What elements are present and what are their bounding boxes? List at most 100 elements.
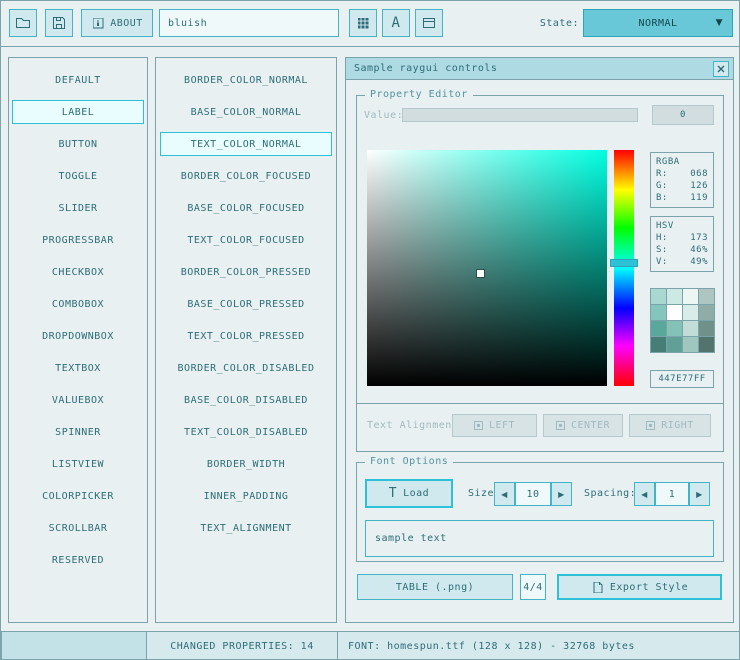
divider-line — [357, 403, 723, 404]
swatch-cell[interactable] — [683, 305, 698, 320]
swatch-cell[interactable] — [667, 321, 682, 336]
state-dropdown[interactable]: NORMAL ▼ — [583, 9, 733, 37]
swatch-cell[interactable] — [667, 337, 682, 352]
color-picker-cursor[interactable] — [477, 270, 484, 277]
control-item-checkbox[interactable]: CHECKBOX — [12, 260, 144, 284]
swatch-cell[interactable] — [683, 337, 698, 352]
save-style-button[interactable] — [45, 9, 73, 37]
status-changed-properties: CHANGED PROPERTIES: 14 — [146, 631, 338, 660]
control-item-valuebox[interactable]: VALUEBOX — [12, 388, 144, 412]
control-item-spinner[interactable]: SPINNER — [12, 420, 144, 444]
swatch-cell[interactable] — [651, 305, 666, 320]
color-saturation-value-picker[interactable] — [367, 150, 607, 386]
control-item-label[interactable]: LABEL — [12, 100, 144, 124]
rgba-g-label: G: — [656, 180, 668, 192]
align-right-icon — [646, 421, 655, 430]
control-item-toggle[interactable]: TOGGLE — [12, 164, 144, 188]
control-item-button[interactable]: BUTTON — [12, 132, 144, 156]
size-increase-button[interactable]: ▶ — [551, 482, 572, 506]
spacing-value-box[interactable]: 1 — [655, 482, 689, 506]
close-button[interactable] — [713, 61, 729, 77]
load-font-button[interactable]: T Load — [365, 479, 453, 508]
swatch-cell[interactable] — [667, 289, 682, 304]
property-item-text-color-normal[interactable]: TEXT_COLOR_NORMAL — [160, 132, 332, 156]
spacing-increase-button[interactable]: ▶ — [689, 482, 710, 506]
swatch-cell[interactable] — [683, 321, 698, 336]
property-item-text-color-pressed[interactable]: TEXT_COLOR_PRESSED — [160, 324, 332, 348]
value-box[interactable]: 0 — [652, 105, 714, 125]
hsv-title: HSV — [656, 220, 708, 232]
control-item-slider[interactable]: SLIDER — [12, 196, 144, 220]
sample-text-box[interactable]: sample text — [365, 520, 714, 557]
swatch-cell[interactable] — [699, 321, 714, 336]
property-item-text-alignment[interactable]: TEXT_ALIGNMENT — [160, 516, 332, 540]
hsv-v-value: 49% — [690, 256, 708, 268]
property-item-text-color-disabled[interactable]: TEXT_COLOR_DISABLED — [160, 420, 332, 444]
hex-value-box[interactable]: 447E77FF — [650, 370, 714, 388]
export-style-button[interactable]: Export Style — [557, 574, 722, 600]
font-atlas-button[interactable]: A — [382, 9, 410, 37]
color-swatches-grid — [650, 288, 715, 353]
hue-slider[interactable] — [614, 150, 634, 386]
property-item-border-color-pressed[interactable]: BORDER_COLOR_PRESSED — [160, 260, 332, 284]
folder-open-icon — [15, 15, 31, 31]
spacing-decrease-button[interactable]: ◀ — [634, 482, 655, 506]
window-titlebar[interactable]: Sample raygui controls — [346, 58, 733, 80]
control-item-scrollbar[interactable]: SCROLLBAR — [12, 516, 144, 540]
window-box-button[interactable] — [415, 9, 443, 37]
value-label: Value: — [364, 110, 403, 121]
align-right-label: RIGHT — [661, 420, 694, 431]
property-item-base-color-focused[interactable]: BASE_COLOR_FOCUSED — [160, 196, 332, 220]
property-item-base-color-normal[interactable]: BASE_COLOR_NORMAL — [160, 100, 332, 124]
info-icon — [91, 16, 105, 30]
rgba-r-label: R: — [656, 168, 668, 180]
property-item-border-color-normal[interactable]: BORDER_COLOR_NORMAL — [160, 68, 332, 92]
swatch-cell[interactable] — [667, 305, 682, 320]
align-center-button[interactable]: CENTER — [543, 414, 623, 437]
property-item-base-color-pressed[interactable]: BASE_COLOR_PRESSED — [160, 292, 332, 316]
swatch-cell[interactable] — [699, 289, 714, 304]
control-item-textbox[interactable]: TEXTBOX — [12, 356, 144, 380]
hue-slider-handle[interactable] — [610, 259, 638, 267]
rgba-r-value: 068 — [690, 168, 708, 180]
control-item-reserved[interactable]: RESERVED — [12, 548, 144, 572]
font-options-group-label: Font Options — [365, 456, 453, 467]
grid-view-button[interactable] — [349, 9, 377, 37]
control-item-default[interactable]: DEFAULT — [12, 68, 144, 92]
control-item-colorpicker[interactable]: COLORPICKER — [12, 484, 144, 508]
align-right-button[interactable]: RIGHT — [629, 414, 711, 437]
align-left-button[interactable]: LEFT — [452, 414, 537, 437]
control-item-progressbar[interactable]: PROGRESSBAR — [12, 228, 144, 252]
export-table-button[interactable]: TABLE (.png) — [357, 574, 513, 600]
swatch-cell[interactable] — [699, 337, 714, 352]
size-value-box[interactable]: 10 — [515, 482, 551, 506]
property-item-border-color-focused[interactable]: BORDER_COLOR_FOCUSED — [160, 164, 332, 188]
align-center-icon — [556, 421, 565, 430]
property-item-border-color-disabled[interactable]: BORDER_COLOR_DISABLED — [160, 356, 332, 380]
open-style-button[interactable] — [9, 9, 37, 37]
control-item-listview[interactable]: LISTVIEW — [12, 452, 144, 476]
align-center-label: CENTER — [571, 420, 610, 431]
property-item-base-color-disabled[interactable]: BASE_COLOR_DISABLED — [160, 388, 332, 412]
grid-icon — [356, 16, 370, 30]
value-slider[interactable] — [402, 108, 638, 122]
page-indicator[interactable]: 4/4 — [520, 574, 546, 600]
hsv-s-label: S: — [656, 244, 668, 256]
swatch-cell[interactable] — [683, 289, 698, 304]
swatch-cell[interactable] — [651, 289, 666, 304]
swatch-cell[interactable] — [699, 305, 714, 320]
swatch-cell[interactable] — [651, 321, 666, 336]
chevron-right-icon: ▶ — [558, 490, 565, 499]
property-item-inner-padding[interactable]: INNER_PADDING — [160, 484, 332, 508]
statusbar: CHANGED PROPERTIES: 14 FONT: homespun.tt… — [1, 631, 740, 660]
status-font-info: FONT: homespun.ttf (128 x 128) - 32768 b… — [337, 631, 740, 660]
size-decrease-button[interactable]: ◀ — [494, 482, 515, 506]
about-button[interactable]: ABOUT — [81, 9, 153, 37]
swatch-cell[interactable] — [651, 337, 666, 352]
rgba-panel: RGBA R:068 G:126 B:119 — [650, 152, 714, 208]
control-item-combobox[interactable]: COMBOBOX — [12, 292, 144, 316]
control-item-dropdownbox[interactable]: DROPDOWNBOX — [12, 324, 144, 348]
property-item-border-width[interactable]: BORDER_WIDTH — [160, 452, 332, 476]
style-name-input[interactable] — [159, 9, 339, 37]
property-item-text-color-focused[interactable]: TEXT_COLOR_FOCUSED — [160, 228, 332, 252]
